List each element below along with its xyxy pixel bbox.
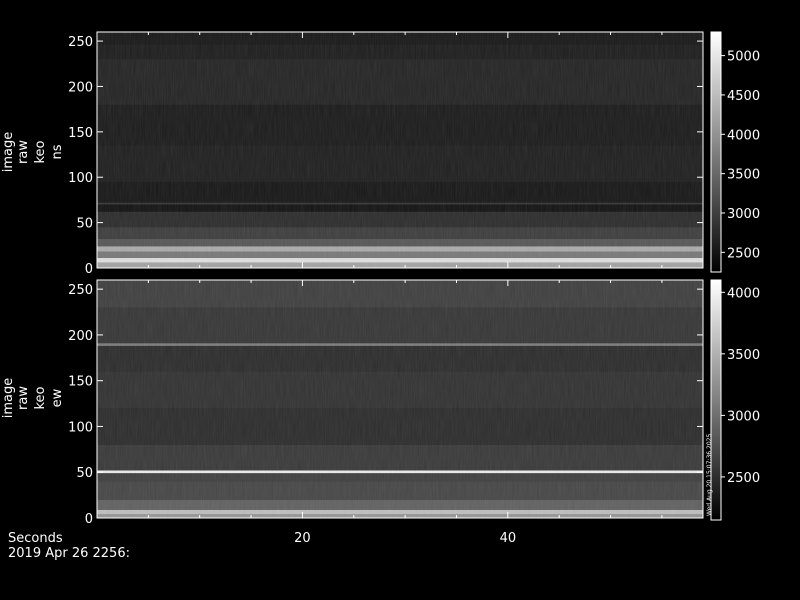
y-tick-label: 0 <box>85 262 93 277</box>
colorbar-tick-label: 4000 <box>727 128 760 143</box>
x-tick-label: 40 <box>500 531 517 546</box>
y-tick-label: 200 <box>68 80 93 95</box>
y-tick-label: 100 <box>68 171 93 186</box>
panel-ns: 0 50 100 150 200 250 image raw keo ns 2500 3000 3500… <box>1 31 760 277</box>
timestamp-text: Wed Aug 20 15:07:36 2025 <box>706 434 713 516</box>
colorbar <box>710 31 722 273</box>
y-axis-label-word: raw <box>16 140 31 164</box>
x-axis-label: Seconds <box>8 531 63 546</box>
y-axis-label-word: image <box>1 378 16 419</box>
y-tick-label: 250 <box>68 35 93 50</box>
date-label: 2019 Apr 26 2256: <box>8 546 130 561</box>
colorbar-tick-label: 5000 <box>727 50 760 65</box>
noise-texture <box>97 280 703 518</box>
y-axis-label-word: keo <box>33 386 48 409</box>
panel-ew: 0 50 100 150 200 250 20 40 image raw keo ew 2500 3000… <box>1 279 760 546</box>
y-axis-label-word: ew <box>50 388 65 407</box>
y-axis-label-word: raw <box>16 386 31 410</box>
colorbar-tick-label: 4500 <box>727 89 760 104</box>
colorbar-tick-label: 2500 <box>727 246 760 261</box>
y-tick-label: 200 <box>68 329 93 344</box>
y-tick-label: 150 <box>68 375 93 390</box>
colorbar-tick-label: 4000 <box>727 286 760 301</box>
y-tick-label: 250 <box>68 283 93 298</box>
colorbar-tick-label: 3000 <box>727 409 760 424</box>
y-tick-label: 0 <box>85 512 93 527</box>
x-tick-label: 20 <box>294 531 311 546</box>
y-tick-label: 150 <box>68 126 93 141</box>
y-tick-label: 100 <box>68 420 93 435</box>
colorbar-tick-label: 3500 <box>727 348 760 363</box>
colorbar-tick-label: 3000 <box>727 207 760 222</box>
y-axis-label-word: keo <box>33 140 48 163</box>
y-tick-label: 50 <box>76 466 93 481</box>
keogram-figure: 050100150200250image raw keo ns250030003500… <box>1 31 760 546</box>
y-axis-label-word: ns <box>50 144 65 159</box>
y-tick-label: 50 <box>76 217 93 232</box>
colorbar-tick-label: 3500 <box>727 168 760 183</box>
noise-texture <box>97 32 703 268</box>
colorbar-tick-label: 2500 <box>727 471 760 486</box>
y-axis-label-word: image <box>1 132 16 173</box>
